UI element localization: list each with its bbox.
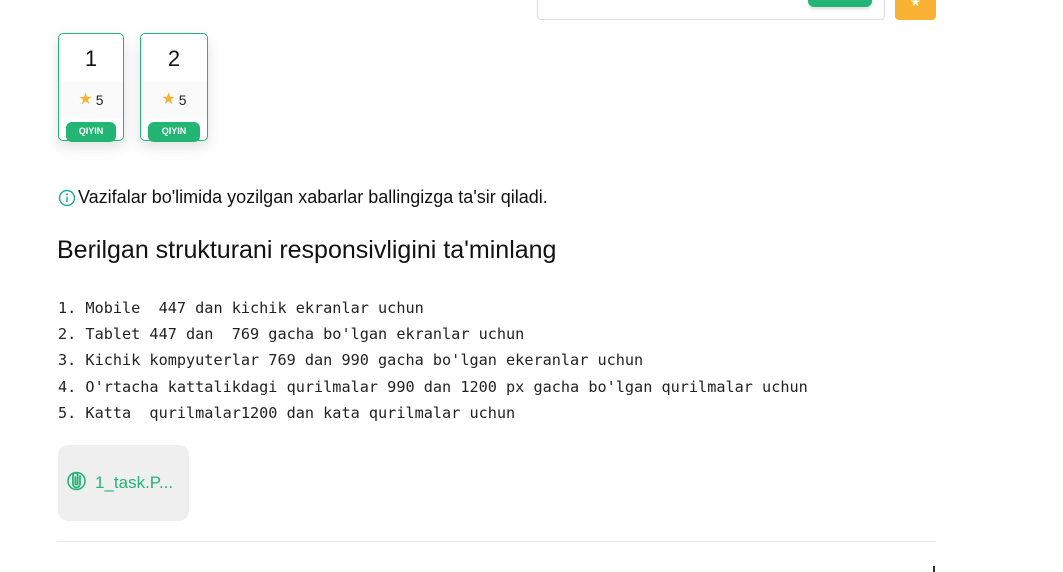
difficulty-badge: QIYIN — [66, 122, 116, 142]
star-icon: ★ — [910, 0, 921, 9]
attachment-file[interactable]: 1_task.P... — [58, 445, 189, 521]
task-score: ★ 5 — [59, 82, 123, 118]
divider — [57, 541, 936, 542]
requirement-item: 4. O'rtacha kattalikdagi qurilmalar 990 … — [58, 377, 808, 396]
info-icon — [58, 189, 76, 207]
requirements-list: 1. Mobile 447 dan kichik ekranlar uchun 2… — [58, 295, 808, 426]
task-number: 1 — [84, 46, 98, 71]
requirement-item: 1. Mobile 447 dan kichik ekranlar uchun — [58, 299, 424, 317]
requirement-item: 3. Kichik kompyuterlar 769 dan 990 gacha… — [58, 351, 644, 370]
difficulty-badge: QIYIN — [148, 122, 200, 142]
submit-button[interactable] — [808, 0, 872, 7]
requirement-item: 2. Tablet 447 dan 769 gacha bo'lgan ekra… — [58, 325, 525, 344]
info-text: Vazifalar bo'limida yozilgan xabarlar ba… — [78, 187, 548, 207]
score-value: 5 — [178, 92, 187, 108]
attachment-name: 1_task.P... — [95, 473, 174, 492]
scroll-marker — [933, 566, 935, 572]
task-card-2[interactable]: 2 ★ 5 QIYIN — [140, 33, 208, 142]
star-icon: ★ — [161, 91, 176, 108]
task-title: Berilgan strukturani responsivligini ta'… — [57, 236, 557, 264]
requirement-item: 5. Katta qurilmalar1200 dan kata qurilma… — [58, 403, 516, 422]
score-value: 5 — [95, 92, 104, 108]
star-icon: ★ — [78, 91, 93, 108]
favorite-button[interactable]: ★ — [895, 0, 936, 20]
task-score: ★ 5 — [141, 82, 207, 118]
task-card-1[interactable]: 1 ★ 5 QIYIN — [58, 33, 124, 142]
task-number: 2 — [167, 46, 181, 71]
info-notice: Vazifalar bo'limida yozilgan xabarlar ba… — [58, 187, 548, 208]
paperclip-icon — [67, 470, 87, 497]
